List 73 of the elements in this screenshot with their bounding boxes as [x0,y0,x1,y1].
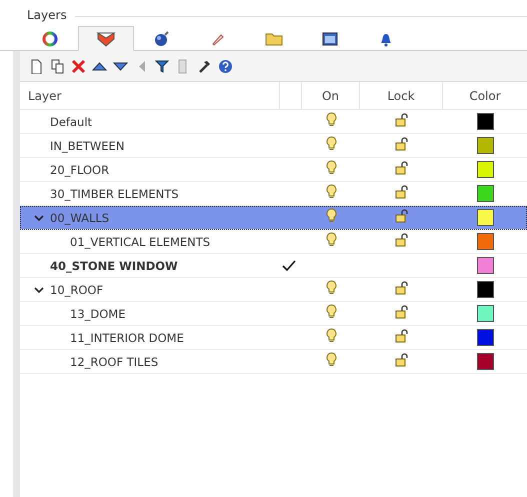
layer-row[interactable]: 30_TIMBER ELEMENTS [20,182,527,206]
column-header[interactable]: Layer [20,82,280,109]
lightbulb-icon[interactable] [326,184,336,199]
copy-icon[interactable] [50,58,65,74]
layers-icon [96,30,116,48]
column-header[interactable]: Color [443,82,527,109]
layer-name: IN_BETWEEN [50,138,124,152]
layer-row[interactable]: 20_FLOOR [20,158,527,182]
lightbulb-icon[interactable] [326,136,336,151]
filter-icon[interactable] [155,58,170,74]
lightbulb-icon[interactable] [326,112,336,127]
column-header[interactable]: Lock [360,82,443,109]
unlocked-lock-icon[interactable] [394,137,408,151]
unlocked-lock-icon[interactable] [394,281,408,295]
layer-row[interactable]: 11_INTERIOR DOME [20,326,527,350]
layer-row[interactable]: IN_BETWEEN [20,134,527,158]
bell-icon [379,31,393,47]
lightbulb-icon[interactable] [326,352,336,367]
checkmark-icon [282,260,296,272]
delete-icon[interactable] [71,58,86,74]
new-document-icon[interactable] [29,58,44,74]
layer-name: 12_ROOF TILES [70,354,158,368]
panel-title: Layers [27,8,67,22]
color-swatch[interactable] [476,281,494,298]
lightbulb-icon[interactable] [326,160,336,175]
unlocked-lock-icon[interactable] [394,353,408,367]
color-swatch[interactable] [476,305,494,322]
unlocked-lock-icon[interactable] [394,305,408,319]
color-swatch[interactable] [476,161,494,178]
layer-name: 11_INTERIOR DOME [70,330,184,344]
color-swatch[interactable] [476,185,494,202]
layer-row[interactable]: 40_STONE WINDOW [20,254,527,278]
window-icon [322,32,338,46]
color-swatch[interactable] [476,113,494,130]
hammer-icon[interactable] [197,58,212,74]
lightbulb-icon[interactable] [326,280,336,295]
layer-row[interactable]: 00_WALLS [20,206,527,230]
layer-name: 01_VERTICAL ELEMENTS [70,234,210,248]
folder-icon [265,32,283,46]
color-swatch[interactable] [476,353,494,370]
layer-row[interactable]: Default [20,110,527,134]
layer-name: 00_WALLS [50,210,110,224]
column-header[interactable]: On [302,82,360,109]
color-swatch[interactable] [476,209,494,226]
sphere-icon [153,30,171,48]
layer-name: 13_DOME [70,306,126,320]
unlocked-lock-icon[interactable] [394,329,408,343]
lightbulb-icon[interactable] [326,232,336,247]
unlocked-lock-icon[interactable] [394,161,408,175]
layer-row[interactable]: 01_VERTICAL ELEMENTS [20,230,527,254]
layer-name: 20_FLOOR [50,162,110,176]
lightbulb-icon[interactable] [326,304,336,319]
chevron-icon[interactable] [34,284,44,294]
panel-tab[interactable] [78,26,134,51]
layer-row[interactable]: 13_DOME [20,302,527,326]
layer-name: 10_ROOF [50,282,104,296]
unlocked-lock-icon[interactable] [394,185,408,199]
layer-name: 30_TIMBER ELEMENTS [50,186,179,200]
lightbulb-icon[interactable] [326,328,336,343]
layer-row[interactable]: 12_ROOF TILES [20,350,527,374]
unlocked-lock-icon[interactable] [394,113,408,127]
color-swatch[interactable] [476,329,494,346]
color-wheel-icon [42,31,58,47]
unlocked-lock-icon[interactable] [394,233,408,247]
color-swatch[interactable] [476,137,494,154]
color-swatch[interactable] [476,257,494,274]
help-icon[interactable] [218,58,233,74]
layer-name: 40_STONE WINDOW [50,258,178,272]
layer-row[interactable]: 10_ROOF [20,278,527,302]
lightbulb-icon[interactable] [326,208,336,223]
unlocked-lock-icon[interactable] [394,209,408,223]
layer-name: Default [50,114,92,128]
color-swatch[interactable] [476,233,494,250]
